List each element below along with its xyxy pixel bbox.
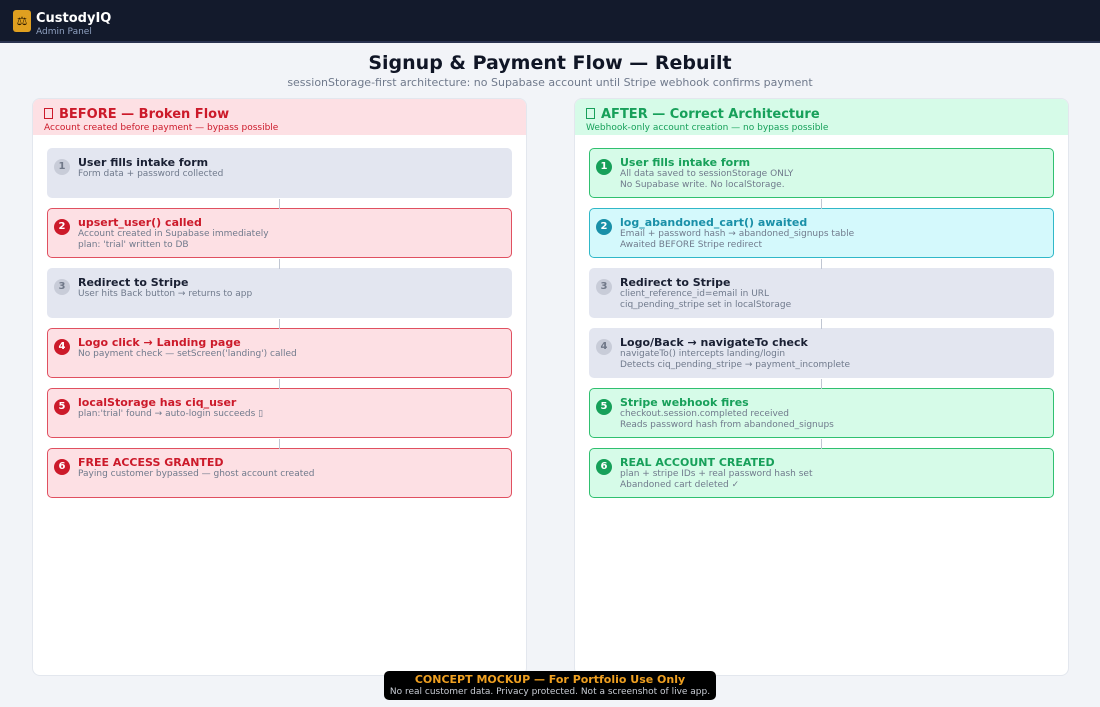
concept-mockup-banner: CONCEPT MOCKUP — For Portfolio Use Only …: [384, 671, 716, 700]
after-step-6: 6 REAL ACCOUNT CREATED plan + stripe IDs…: [589, 439, 1054, 498]
step-detail: No Supabase write. No localStorage.: [620, 180, 785, 190]
step-connector: [821, 319, 822, 329]
before-panel-header: BEFORE — Broken Flow Account created bef…: [33, 99, 526, 135]
before-panel-title: BEFORE — Broken Flow: [44, 107, 515, 122]
step-title: REAL ACCOUNT CREATED: [620, 456, 775, 469]
step-connector: [821, 379, 822, 389]
step-detail: Awaited BEFORE Stripe redirect: [620, 240, 763, 250]
step-detail: navigateTo() intercepts landing/login: [620, 349, 786, 359]
step-number: 5: [596, 399, 612, 415]
step-number: 2: [596, 219, 612, 235]
after-step-4: 4 Logo/Back → navigateTo check navigateT…: [589, 319, 1054, 378]
before-step-6: 6 FREE ACCESS GRANTED Paying customer by…: [47, 439, 512, 498]
after-panel-subtitle: Webhook-only account creation — no bypas…: [586, 123, 829, 133]
step-detail: Form data + password collected: [78, 169, 224, 179]
step-detail: Account created in Supabase immediately: [78, 229, 269, 239]
step-detail: Reads password hash from abandoned_signu…: [620, 420, 834, 430]
step-connector: [279, 259, 280, 269]
step-title: FREE ACCESS GRANTED: [78, 456, 224, 469]
step-title: Redirect to Stripe: [78, 276, 189, 289]
before-panel: BEFORE — Broken Flow Account created bef…: [32, 98, 527, 676]
after-step-5: 5 Stripe webhook fires checkout.session.…: [589, 379, 1054, 438]
page-title: Signup & Payment Flow — Rebuilt: [368, 52, 732, 74]
step-detail: All data saved to sessionStorage ONLY: [620, 169, 794, 179]
step-detail: client_reference_id=email in URL: [620, 289, 770, 299]
scales-icon[interactable]: ⚖: [13, 10, 31, 32]
step-connector: [279, 199, 280, 209]
step-connector: [279, 439, 280, 449]
brand-subtitle: Admin Panel: [36, 27, 92, 37]
step-title: Logo/Back → navigateTo check: [620, 336, 808, 349]
after-panel: AFTER — Correct Architecture Webhook-onl…: [574, 98, 1069, 676]
step-detail: Detects ciq_pending_stripe → payment_inc…: [620, 360, 851, 370]
page-subtitle: sessionStorage-first architecture: no Su…: [287, 76, 813, 89]
step-title: User fills intake form: [78, 156, 209, 169]
step-title: localStorage has ciq_user: [78, 396, 237, 409]
step-title: User fills intake form: [620, 156, 751, 169]
step-detail: plan + stripe IDs + real password hash s…: [620, 469, 813, 479]
before-step-2: 2 upsert_user() called Account created i…: [47, 199, 512, 258]
step-number: 1: [54, 159, 70, 175]
step-detail: plan:'trial' found → auto-login succeeds…: [78, 409, 264, 419]
step-number: 4: [596, 339, 612, 355]
step-title: Redirect to Stripe: [620, 276, 731, 289]
step-title: upsert_user() called: [78, 216, 202, 229]
missing-glyph-icon: [586, 108, 595, 119]
before-panel-subtitle: Account created before payment — bypass …: [44, 123, 279, 133]
step-detail: plan: 'trial' written to DB: [78, 240, 189, 250]
step-detail: User hits Back button → returns to app: [78, 289, 253, 299]
step-detail: checkout.session.completed received: [620, 409, 790, 419]
step-connector: [279, 319, 280, 329]
step-number: 4: [54, 339, 70, 355]
step-number: 6: [54, 459, 70, 475]
step-title: Logo click → Landing page: [78, 336, 241, 349]
step-title: Stripe webhook fires: [620, 396, 749, 409]
step-number: 6: [596, 459, 612, 475]
step-detail: ciq_pending_stripe set in localStorage: [620, 300, 792, 310]
step-number: 3: [596, 279, 612, 295]
step-connector: [821, 439, 822, 449]
after-step-1: 1 User fills intake form All data saved …: [589, 148, 1054, 198]
step-title: log_abandoned_cart() awaited: [620, 216, 808, 229]
banner-title: CONCEPT MOCKUP — For Portfolio Use Only: [414, 673, 686, 686]
banner-subtitle: No real customer data. Privacy protected…: [389, 687, 711, 697]
step-connector: [279, 379, 280, 389]
before-step-1: 1 User fills intake form Form data + pas…: [47, 148, 512, 198]
before-step-3: 3 Redirect to Stripe User hits Back butt…: [47, 259, 512, 318]
brand-name[interactable]: CustodyIQ: [36, 11, 111, 26]
step-detail: Abandoned cart deleted ✓: [620, 480, 740, 490]
after-steps: 1 User fills intake form All data saved …: [589, 148, 1054, 508]
after-step-3: 3 Redirect to Stripe client_reference_id…: [589, 259, 1054, 318]
step-connector: [821, 199, 822, 209]
before-steps: 1 User fills intake form Form data + pas…: [47, 148, 512, 508]
missing-glyph-icon: [44, 108, 53, 119]
step-number: 2: [54, 219, 70, 235]
top-bar: ⚖ CustodyIQ Admin Panel: [0, 0, 1100, 43]
step-detail: Paying customer bypassed — ghost account…: [78, 469, 315, 479]
step-number: 3: [54, 279, 70, 295]
step-detail: No payment check — setScreen('landing') …: [78, 349, 297, 359]
after-step-2: 2 log_abandoned_cart() awaited Email + p…: [589, 199, 1054, 258]
step-number: 5: [54, 399, 70, 415]
step-connector: [821, 259, 822, 269]
after-panel-title: AFTER — Correct Architecture: [586, 107, 1057, 122]
after-panel-header: AFTER — Correct Architecture Webhook-onl…: [575, 99, 1068, 135]
step-detail: Email + password hash → abandoned_signup…: [620, 229, 855, 239]
before-step-4: 4 Logo click → Landing page No payment c…: [47, 319, 512, 378]
step-number: 1: [596, 159, 612, 175]
before-step-5: 5 localStorage has ciq_user plan:'trial'…: [47, 379, 512, 438]
